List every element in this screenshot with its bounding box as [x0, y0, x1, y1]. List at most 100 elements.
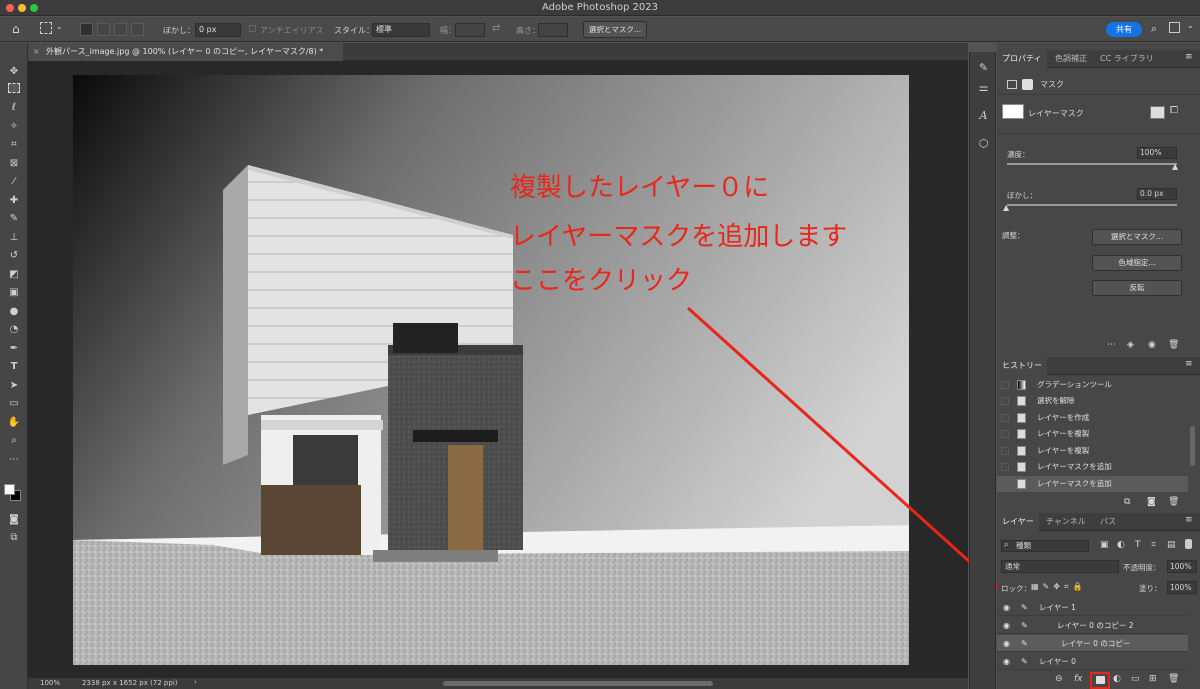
- eye-icon[interactable]: ◉: [1003, 599, 1010, 616]
- tab-paths[interactable]: パス: [1100, 513, 1116, 531]
- opacity-input[interactable]: 100%: [1167, 560, 1197, 573]
- screen-mode-icon[interactable]: ⧉: [7, 531, 21, 545]
- feather-slider-handle[interactable]: ▲: [1003, 203, 1009, 212]
- tab-cc-libraries[interactable]: CC ライブラリ: [1100, 50, 1154, 68]
- folder-icon[interactable]: ▭: [1131, 674, 1140, 684]
- zoom-level[interactable]: 100%: [40, 679, 60, 687]
- brush-settings-icon[interactable]: ✎: [976, 60, 991, 75]
- rectangular-marquee-icon[interactable]: [40, 22, 52, 34]
- lasso-tool-icon[interactable]: ℓ: [7, 101, 21, 115]
- select-pixel-mask-icon[interactable]: [1150, 106, 1165, 119]
- subtract-selection-icon[interactable]: [114, 23, 127, 36]
- add-selection-icon[interactable]: [97, 23, 110, 36]
- list-item[interactable]: 選択を解除: [997, 393, 1188, 409]
- table-row[interactable]: ◉ ✎ レイヤー 0 のコピー 2: [997, 617, 1188, 634]
- type-tool-icon[interactable]: T: [7, 360, 21, 374]
- filter-shape-icon[interactable]: ⌗: [1151, 540, 1156, 550]
- brush-tool-icon[interactable]: ✎: [7, 212, 21, 226]
- tab-properties[interactable]: プロパティ: [997, 50, 1047, 68]
- chevron-down-icon[interactable]: ⌄: [56, 22, 63, 31]
- rectangle-tool-icon[interactable]: ▭: [7, 397, 21, 411]
- history-brush-icon[interactable]: ↺: [7, 249, 21, 263]
- horizontal-scrollbar[interactable]: [443, 681, 713, 686]
- link-layers-icon[interactable]: ⊖: [1055, 674, 1063, 684]
- chevron-right-icon[interactable]: ›: [194, 678, 197, 686]
- intersect-selection-icon[interactable]: [131, 23, 144, 36]
- move-tool-icon[interactable]: ✥: [7, 65, 21, 79]
- new-layer-icon[interactable]: ⊞: [1149, 674, 1157, 684]
- eye-icon[interactable]: ◉: [1003, 635, 1010, 652]
- document-tab[interactable]: × 外観パース_image.jpg @ 100% (レイヤー 0 のコピー, レ…: [28, 43, 343, 61]
- table-row[interactable]: ◉ ✎ レイヤー 0 のコピー: [997, 635, 1188, 652]
- filter-smart-object-icon[interactable]: ▤: [1167, 540, 1176, 550]
- filter-toggle[interactable]: [1185, 539, 1192, 549]
- panel-menu-icon[interactable]: ≡: [1185, 515, 1193, 525]
- filter-type-icon[interactable]: T: [1135, 540, 1141, 550]
- healing-brush-icon[interactable]: ✚: [7, 194, 21, 208]
- magic-wand-icon[interactable]: ✧: [7, 120, 21, 134]
- tab-adjustments[interactable]: 色調補正: [1055, 50, 1087, 68]
- fill-input[interactable]: 100%: [1167, 581, 1197, 594]
- mask-feather-input[interactable]: 0.0 px: [1137, 188, 1177, 200]
- filter-pixel-icon[interactable]: ▣: [1100, 540, 1109, 550]
- color-range-button[interactable]: 色域指定...: [1092, 255, 1182, 271]
- list-item[interactable]: レイヤーマスクを追加: [997, 476, 1188, 492]
- path-selection-icon[interactable]: ➤: [7, 379, 21, 393]
- home-icon[interactable]: ⌂: [12, 22, 20, 36]
- tab-layers[interactable]: レイヤー: [997, 513, 1039, 531]
- adjustments-icon[interactable]: ⚌: [976, 80, 991, 95]
- eraser-tool-icon[interactable]: ◩: [7, 268, 21, 282]
- close-tab-icon[interactable]: ×: [33, 43, 40, 61]
- table-row[interactable]: ◉ ✎ レイヤー 0: [997, 653, 1188, 670]
- style-select[interactable]: 標準: [372, 23, 430, 37]
- height-input[interactable]: [538, 23, 568, 37]
- table-row[interactable]: ◉ ✎ レイヤー 1: [997, 599, 1188, 616]
- document-image[interactable]: [73, 75, 909, 665]
- select-and-mask-button[interactable]: 選択とマスク...: [583, 21, 647, 38]
- fx-icon[interactable]: fx: [1074, 674, 1083, 684]
- invert-button[interactable]: 反転: [1092, 280, 1182, 296]
- apply-mask-icon[interactable]: ◈: [1127, 340, 1134, 350]
- swap-icon[interactable]: ⇄: [492, 23, 500, 34]
- tab-history[interactable]: ヒストリー: [997, 357, 1047, 375]
- load-selection-icon[interactable]: ⋯: [1107, 340, 1116, 350]
- workspace-icon[interactable]: [1169, 22, 1180, 33]
- eyedropper-icon[interactable]: ⁄: [7, 175, 21, 189]
- more-tools-icon[interactable]: ⋯: [7, 453, 21, 467]
- blur-tool-icon[interactable]: ●: [7, 305, 21, 319]
- adjustment-layer-icon[interactable]: ◐: [1113, 674, 1121, 684]
- list-item[interactable]: レイヤーを作成: [997, 410, 1188, 426]
- pen-tool-icon[interactable]: ✒: [7, 342, 21, 356]
- eye-icon[interactable]: ◉: [1003, 617, 1010, 634]
- density-slider[interactable]: [1007, 163, 1177, 165]
- camera-icon[interactable]: ◙: [1147, 497, 1156, 507]
- density-slider-handle[interactable]: ▲: [1172, 162, 1178, 171]
- trash-icon[interactable]: 🗑: [1168, 674, 1179, 684]
- history-scrollbar[interactable]: [1190, 426, 1195, 466]
- gradient-tool-icon[interactable]: ▣: [7, 286, 21, 300]
- antialias-checkbox[interactable]: [249, 25, 256, 32]
- foreground-color-swatch[interactable]: [4, 484, 15, 495]
- share-button[interactable]: 共有: [1106, 22, 1142, 37]
- width-input[interactable]: [455, 23, 485, 37]
- new-document-from-state-icon[interactable]: ⧉: [1124, 497, 1130, 507]
- filter-adjustment-icon[interactable]: ◐: [1117, 540, 1125, 550]
- clone-stamp-icon[interactable]: ⊥: [7, 231, 21, 245]
- hand-tool-icon[interactable]: ✋: [7, 416, 21, 430]
- search-icon[interactable]: ⌕: [1151, 22, 1157, 36]
- panel-menu-icon[interactable]: ≡: [1185, 52, 1193, 62]
- zoom-tool-icon[interactable]: ⌕: [7, 434, 21, 448]
- character-icon[interactable]: A: [976, 108, 991, 123]
- list-item[interactable]: グラデーションツール: [997, 377, 1188, 393]
- feather-input[interactable]: 0 px: [195, 23, 241, 37]
- frame-tool-icon[interactable]: ⊠: [7, 157, 21, 171]
- 3d-cube-icon[interactable]: ⬡: [976, 136, 991, 151]
- dodge-tool-icon[interactable]: ◔: [7, 323, 21, 337]
- tab-channels[interactable]: チャンネル: [1046, 513, 1086, 531]
- trash-icon[interactable]: 🗑: [1168, 340, 1179, 350]
- chevron-down-icon[interactable]: ⌄: [1187, 21, 1194, 30]
- blend-mode-select[interactable]: 通常: [1001, 560, 1119, 573]
- marquee-tool-icon[interactable]: [8, 83, 20, 93]
- new-selection-icon[interactable]: [80, 23, 93, 36]
- list-item[interactable]: レイヤーマスクを追加: [997, 459, 1188, 475]
